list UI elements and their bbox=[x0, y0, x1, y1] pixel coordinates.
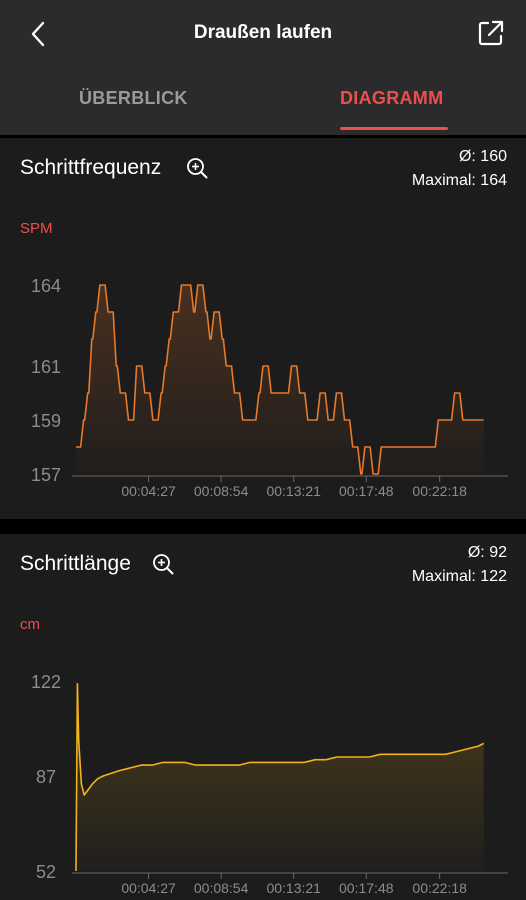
cadence-y-tick-label: 161 bbox=[31, 357, 61, 377]
cadence-x-tick-label: 00:22:18 bbox=[412, 483, 467, 499]
cadence-unit: SPM bbox=[20, 220, 53, 237]
stride-x-tick-label: 00:13:21 bbox=[266, 880, 321, 896]
zoom-in-icon[interactable] bbox=[152, 553, 174, 575]
cadence-x-tick-label: 00:04:27 bbox=[121, 483, 176, 499]
cadence-average: Ø: 160 bbox=[458, 148, 507, 165]
cadence-y-tick-label: 164 bbox=[31, 276, 61, 296]
stride-x-tick-label: 00:08:54 bbox=[194, 880, 249, 896]
top-bar: Draußen laufen ÜBERBLICK DIAGRAMM bbox=[0, 0, 526, 135]
cadence-y-tick-label: 159 bbox=[31, 411, 61, 431]
tab-chart[interactable]: DIAGRAMM bbox=[340, 88, 443, 109]
stride-maximum: Maximal: 122 bbox=[411, 568, 507, 585]
navigation-row: Draußen laufen bbox=[0, 0, 526, 68]
stride-unit: cm bbox=[20, 616, 40, 633]
external-link-icon[interactable] bbox=[474, 16, 508, 50]
cadence-chart: 157 159 161 164 00:04:27 00:08:54 00:13:21 00:1… bbox=[31, 276, 508, 499]
stride-x-tick-label: 00:17:48 bbox=[339, 880, 394, 896]
cadence-x-tick-label: 00:17:48 bbox=[339, 483, 394, 499]
cadence-x-tick-label: 00:08:54 bbox=[194, 483, 249, 499]
cadence-y-tick-label: 157 bbox=[31, 465, 61, 485]
stride-chart: 52 87 122 00:04:27 00:08:54 00:13:21 00:17:48 0… bbox=[31, 672, 508, 896]
stride-card: 52 87 122 00:04:27 00:08:54 00:13:21 00:17:48 0… bbox=[0, 534, 526, 900]
cadence-maximum: Maximal: 164 bbox=[411, 172, 507, 189]
cadence-title: Schrittfrequenz bbox=[20, 156, 162, 179]
stride-y-tick-label: 52 bbox=[36, 862, 56, 882]
zoom-in-icon[interactable] bbox=[186, 157, 208, 179]
active-tab-indicator bbox=[340, 127, 448, 130]
tab-overview[interactable]: ÜBERBLICK bbox=[79, 88, 188, 109]
stride-x-tick-label: 00:22:18 bbox=[412, 880, 467, 896]
stride-x-tick-label: 00:04:27 bbox=[121, 880, 176, 896]
cadence-x-tick-label: 00:13:21 bbox=[266, 483, 321, 499]
stride-area-fill bbox=[76, 683, 484, 871]
stride-y-tick-label: 87 bbox=[36, 767, 56, 787]
stride-y-tick-label: 122 bbox=[31, 672, 61, 692]
cadence-card: 157 159 161 164 00:04:27 00:08:54 00:13:21 00:1… bbox=[0, 138, 526, 519]
stride-average: Ø: 92 bbox=[467, 544, 507, 561]
cadence-area-fill bbox=[76, 285, 484, 474]
page-title: Draußen laufen bbox=[193, 22, 333, 43]
stride-title: Schrittlänge bbox=[20, 552, 131, 575]
